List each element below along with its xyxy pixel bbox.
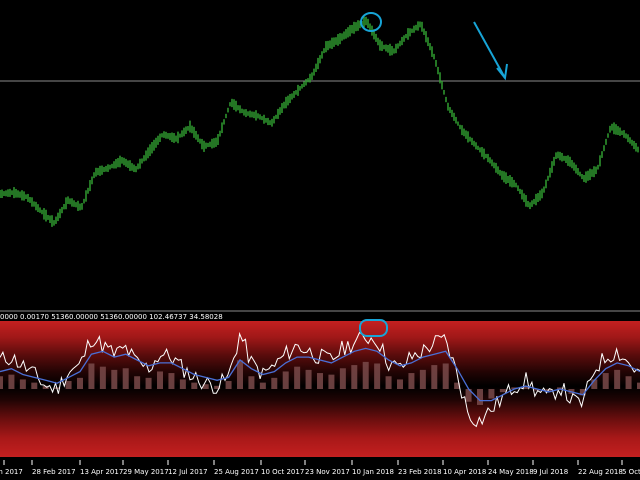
histogram-bar [602, 373, 609, 389]
histogram-bar [8, 374, 15, 389]
histogram-bar [431, 365, 438, 389]
time-axis-label: 12 Jul 2017 [168, 468, 208, 476]
histogram-bar [168, 373, 175, 389]
histogram-bar [237, 360, 243, 389]
time-axis-label: 28 Feb 2017 [32, 468, 76, 476]
histogram-bar [282, 371, 289, 389]
chart-window: 0000 0.00170 51360.00000 51360.00000 102… [0, 0, 640, 480]
histogram-bar [614, 369, 621, 389]
histogram-bar [31, 382, 38, 389]
histogram-bar [294, 366, 301, 389]
histogram-bar [191, 382, 198, 389]
histogram-bar [305, 369, 312, 389]
histogram-bar [19, 379, 26, 389]
histogram-bar [248, 376, 255, 389]
time-axis-label: 29 May 2017 [123, 468, 169, 476]
histogram-bar [339, 368, 346, 389]
time-axis-label: 13 Apr 2017 [80, 468, 123, 476]
histogram-bar [351, 365, 358, 389]
histogram-bar [317, 373, 323, 389]
time-axis-label: 9 Jul 2018 [533, 468, 568, 476]
histogram-bar [442, 363, 449, 389]
histogram-bar [65, 381, 72, 389]
histogram-bar [499, 389, 506, 393]
histogram-bar [362, 361, 369, 389]
histogram-bar [179, 379, 186, 389]
time-axis-label: 25 Aug 2017 [214, 468, 259, 476]
histogram-bar [157, 371, 163, 389]
histogram-bar [385, 376, 392, 389]
histogram-bar [625, 376, 632, 389]
time-axis-label: 10 Apr 2018 [443, 468, 486, 476]
histogram-bar [397, 379, 403, 389]
histogram-bar [259, 382, 266, 389]
price-panel [0, 0, 640, 310]
chart-canvas[interactable]: 0000 0.00170 51360.00000 51360.00000 102… [0, 0, 640, 480]
histogram-bar [374, 363, 381, 389]
histogram-bar [271, 377, 278, 389]
time-axis-label: 10 Oct 2017 [261, 468, 304, 476]
histogram-bar [328, 374, 335, 389]
histogram-bar [477, 389, 483, 405]
histogram-bar [0, 376, 3, 389]
time-axis-label: 5 Oct [622, 468, 640, 476]
histogram-bar [145, 377, 152, 389]
histogram-bar [419, 369, 426, 389]
time-axis-label: 23 Nov 2017 [305, 468, 350, 476]
indicator-values-label: 0000 0.00170 51360.00000 51360.00000 102… [0, 313, 223, 321]
histogram-bar [111, 369, 118, 389]
histogram-bar [488, 389, 495, 399]
histogram-bar [77, 377, 83, 389]
time-axis-label: 22 Aug 2018 [578, 468, 623, 476]
histogram-bar [134, 376, 141, 389]
histogram-bar [122, 368, 129, 389]
time-axis-label: 10 Jan 2018 [352, 468, 394, 476]
time-axis-label: Jan 2017 [0, 468, 23, 476]
time-axis-label: 24 May 2018 [488, 468, 534, 476]
histogram-bar [99, 366, 106, 389]
time-axis-label: 23 Feb 2018 [398, 468, 442, 476]
histogram-bar [88, 363, 95, 389]
histogram-bar [408, 373, 415, 389]
histogram-bar [225, 381, 232, 389]
